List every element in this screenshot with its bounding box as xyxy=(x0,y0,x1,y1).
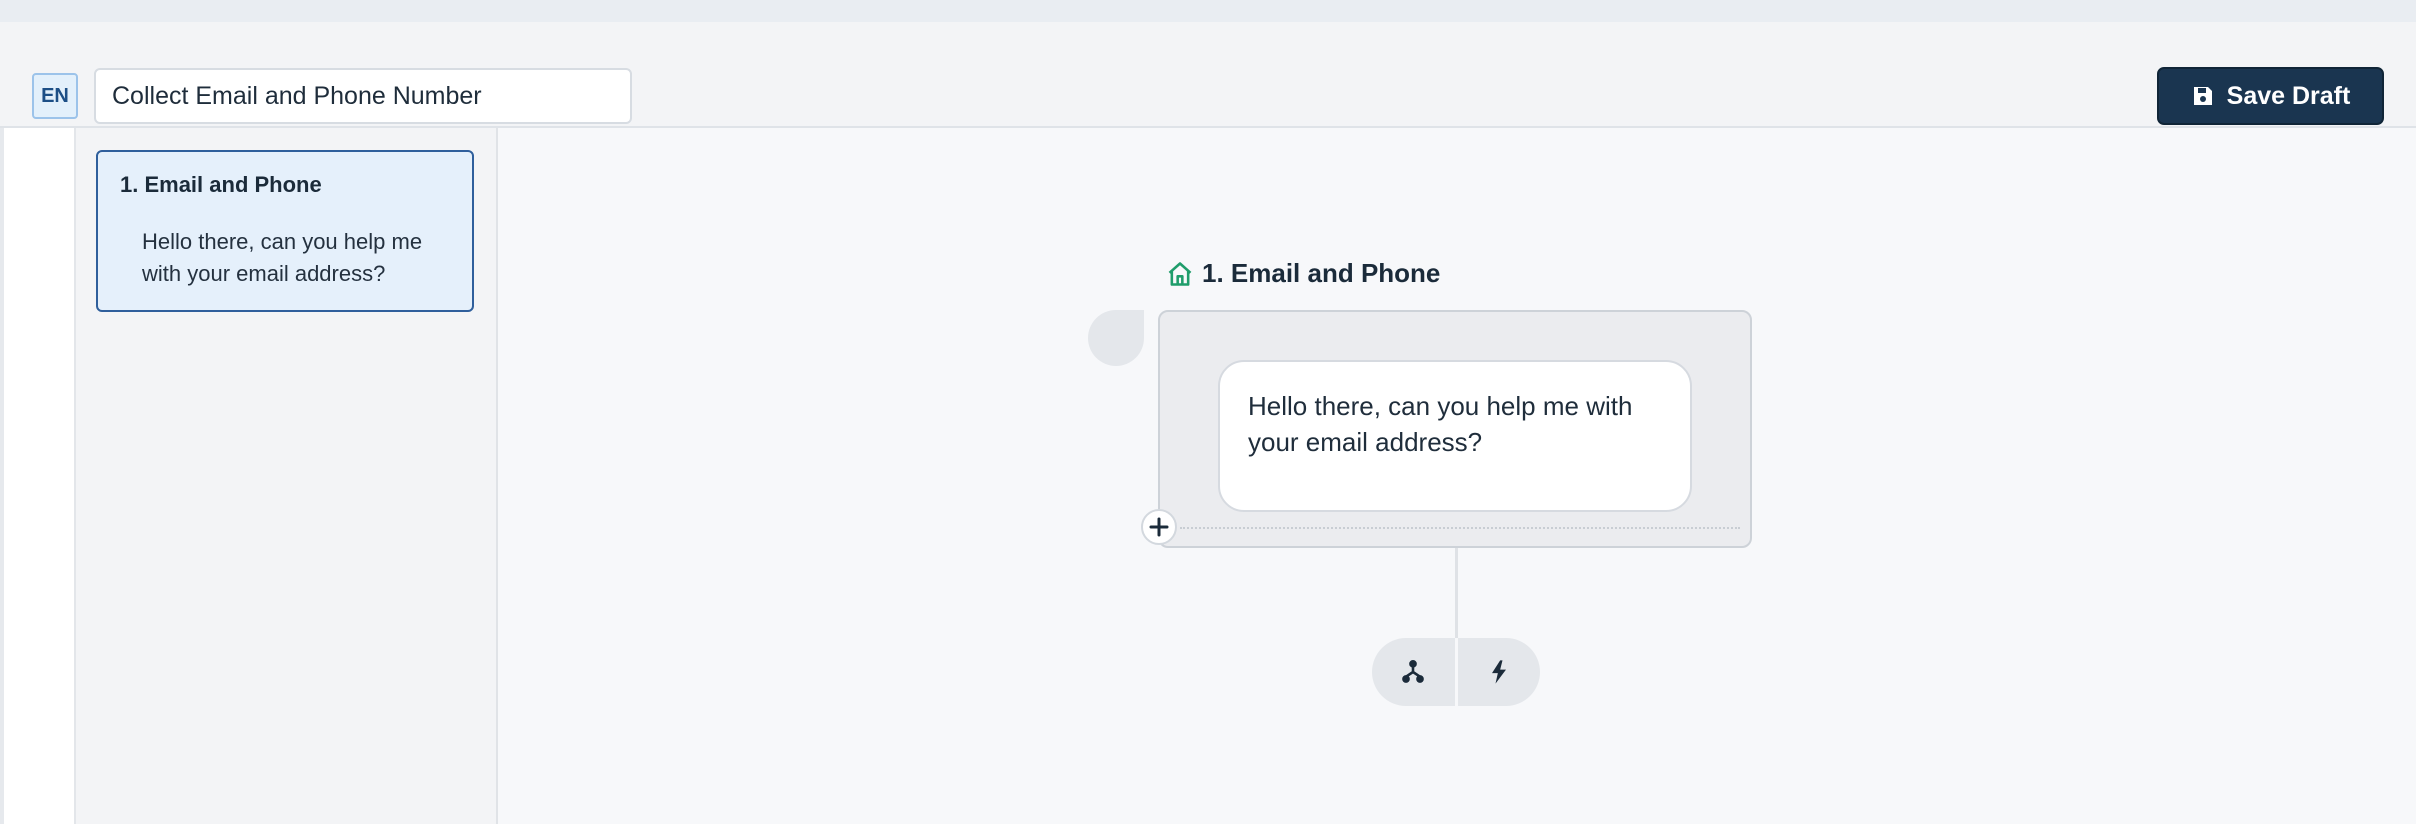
outline-item-title: 1. Email and Phone xyxy=(120,172,322,197)
message-node[interactable]: Hello there, can you help me with your e… xyxy=(1158,310,1752,548)
floppy-disk-icon xyxy=(2193,87,2212,105)
branch-icon xyxy=(1402,659,1425,683)
bot-avatar xyxy=(1088,310,1144,366)
node-title-text: 1. Email and Phone xyxy=(1202,258,1441,288)
home-icon xyxy=(1168,261,1192,286)
outline-item-message: Hello there, can you help me with your e… xyxy=(142,229,423,286)
node-actions xyxy=(1372,638,1540,706)
add-branch-button[interactable] xyxy=(1372,638,1455,706)
outline-item-email-and-phone[interactable]: 1. Email and Phone Hello there, can you … xyxy=(96,150,474,312)
top-strip xyxy=(0,0,2416,22)
plus-icon xyxy=(1149,517,1169,537)
node-title: 1. Email and Phone xyxy=(1166,258,1440,289)
flow-header: EN Save Draft xyxy=(0,22,2416,128)
add-trigger-button[interactable] xyxy=(1458,638,1541,706)
left-rail xyxy=(0,128,76,824)
node-divider xyxy=(1180,527,1740,529)
add-step-button[interactable] xyxy=(1141,509,1177,545)
lightning-icon xyxy=(1491,660,1506,684)
save-draft-button[interactable]: Save Draft xyxy=(2157,67,2384,125)
language-badge[interactable]: EN xyxy=(32,73,78,119)
node-connector xyxy=(1455,548,1458,640)
save-draft-label: Save Draft xyxy=(2226,81,2351,110)
message-bubble[interactable]: Hello there, can you help me with your e… xyxy=(1218,360,1692,512)
outline-panel: 1. Email and Phone Hello there, can you … xyxy=(76,128,498,824)
flow-title-input[interactable] xyxy=(94,68,632,124)
